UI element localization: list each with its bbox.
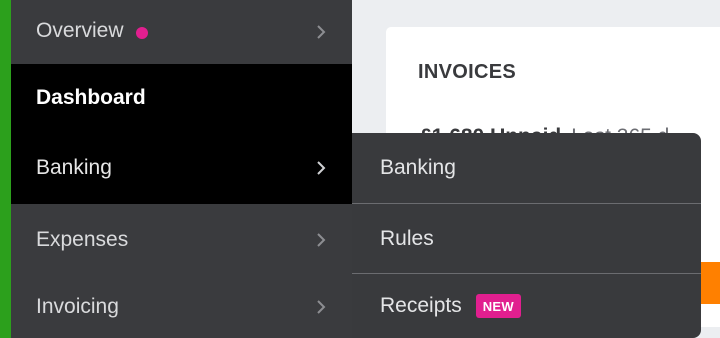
banking-flyout-menu: Banking Rules Receipts NEW	[352, 133, 701, 338]
flyout-item-label: Banking	[380, 156, 456, 179]
flyout-item-banking[interactable]: Banking	[352, 133, 701, 203]
nav-item-invoicing[interactable]: Invoicing	[11, 276, 352, 338]
nav-accent-bar	[0, 0, 11, 338]
left-nav: Overview Dashboard Banking Expenses Invo…	[0, 0, 352, 338]
notification-dot	[135, 27, 148, 39]
nav-item-expenses[interactable]: Expenses	[11, 204, 352, 276]
nav-item-label: Banking	[36, 156, 112, 179]
flyout-item-receipts[interactable]: Receipts NEW	[352, 274, 701, 338]
chevron-right-icon	[316, 161, 326, 175]
nav-item-label: Dashboard	[36, 86, 146, 109]
nav-item-overview[interactable]: Overview	[11, 0, 352, 64]
flyout-item-label: Receipts	[380, 294, 462, 317]
card-title: INVOICES	[418, 61, 516, 83]
chevron-right-icon	[316, 300, 326, 314]
nav-item-label: Invoicing	[36, 295, 119, 318]
flyout-item-label: Rules	[380, 226, 434, 250]
chevron-right-icon	[316, 233, 326, 247]
new-badge: NEW	[475, 294, 521, 318]
flyout-item-rules[interactable]: Rules	[352, 204, 701, 273]
nav-item-label: Expenses	[36, 228, 129, 251]
chevron-right-icon	[316, 25, 326, 39]
nav-item-banking[interactable]: Banking	[11, 132, 352, 204]
nav-item-label: Overview	[36, 19, 124, 42]
nav-item-dashboard[interactable]: Dashboard	[11, 64, 352, 132]
